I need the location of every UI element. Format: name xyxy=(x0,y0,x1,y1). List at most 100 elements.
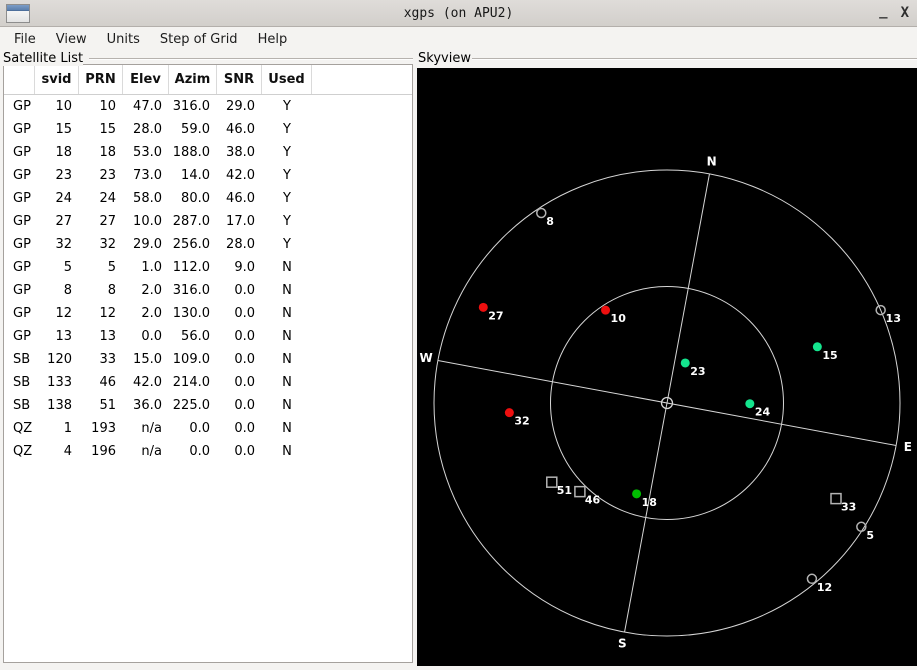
cell-Used: Y xyxy=(283,122,291,137)
satellite-row-GP-27[interactable]: GP 27 27 10.0 287.0 17.0 Y xyxy=(4,210,412,233)
cell-type: GP xyxy=(13,237,31,252)
cell-PRN: 18 xyxy=(99,145,116,160)
title-bar: xgps (on APU2) _ X xyxy=(0,0,917,27)
cell-Azim: 56.0 xyxy=(181,329,210,344)
satellite-row-GP-10[interactable]: GP 10 10 47.0 316.0 29.0 Y xyxy=(4,95,412,118)
cell-type: GP xyxy=(13,99,31,114)
satellite-row-GP-32[interactable]: GP 32 32 29.0 256.0 28.0 Y xyxy=(4,233,412,256)
cell-Elev: 42.0 xyxy=(133,375,162,390)
cell-Elev: 53.0 xyxy=(133,145,162,160)
cell-Elev: 29.0 xyxy=(133,237,162,252)
cell-SNR: 0.0 xyxy=(234,398,255,413)
satellite-marker-15 xyxy=(812,342,822,352)
cell-SNR: 0.0 xyxy=(234,352,255,367)
menu-item-units[interactable]: Units xyxy=(97,30,150,49)
satellite-row-GP-13[interactable]: GP 13 13 0.0 56.0 0.0 N xyxy=(4,325,412,348)
satellite-row-QZ-1[interactable]: QZ 1 193 n/a 0.0 0.0 N xyxy=(4,417,412,440)
cell-Elev: 15.0 xyxy=(133,352,162,367)
satellite-row-GP-18[interactable]: GP 18 18 53.0 188.0 38.0 Y xyxy=(4,141,412,164)
cell-type: GP xyxy=(13,145,31,160)
cell-PRN: 12 xyxy=(99,306,116,321)
skyview-panel: N E S W 10 15 18 23 24 27 32 5 8 12 13 33 46 51 xyxy=(417,68,917,666)
column-header-PRN[interactable]: PRN xyxy=(79,65,123,94)
satellite-table: svid PRN Elev Azim SNR Used GP 10 10 47.0 316.0 29… xyxy=(3,64,413,663)
skyview-plot: N E S W 10 15 18 23 24 27 32 5 8 12 13 33 46 51 xyxy=(419,155,912,651)
cell-PRN: 51 xyxy=(99,398,116,413)
satellite-row-SB-120[interactable]: SB 120 33 15.0 109.0 0.0 N xyxy=(4,348,412,371)
cell-Used: Y xyxy=(283,168,291,183)
cell-Elev: 2.0 xyxy=(141,306,162,321)
cell-Elev: 10.0 xyxy=(133,214,162,229)
cell-PRN: 32 xyxy=(99,237,116,252)
cell-Used: Y xyxy=(283,99,291,114)
satellite-row-GP-5[interactable]: GP 5 5 1.0 112.0 9.0 N xyxy=(4,256,412,279)
cell-PRN: 193 xyxy=(91,421,116,436)
satellite-table-header: svid PRN Elev Azim SNR Used xyxy=(4,65,412,95)
satellite-label-18: 18 xyxy=(642,496,657,509)
cell-SNR: 46.0 xyxy=(226,122,255,137)
cell-SNR: 28.0 xyxy=(226,237,255,252)
cell-svid: 4 xyxy=(63,444,72,459)
satellite-row-GP-23[interactable]: GP 23 23 73.0 14.0 42.0 Y xyxy=(4,164,412,187)
cell-SNR: 46.0 xyxy=(226,191,255,206)
satellite-row-GP-8[interactable]: GP 8 8 2.0 316.0 0.0 N xyxy=(4,279,412,302)
cell-Azim: 0.0 xyxy=(189,421,210,436)
satellite-marker-12 xyxy=(806,573,818,585)
cell-Azim: 109.0 xyxy=(172,352,210,367)
column-header-Used[interactable]: Used xyxy=(262,65,312,94)
satellite-marker-8 xyxy=(536,207,547,219)
satellite-row-QZ-4[interactable]: QZ 4 196 n/a 0.0 0.0 N xyxy=(4,440,412,463)
cell-SNR: 0.0 xyxy=(234,329,255,344)
column-header-svid[interactable]: svid xyxy=(35,65,79,94)
cell-Azim: 0.0 xyxy=(189,444,210,459)
cell-PRN: 15 xyxy=(99,122,116,137)
cell-PRN: 23 xyxy=(99,168,116,183)
cell-SNR: 0.0 xyxy=(234,375,255,390)
satellite-marker-51 xyxy=(546,476,558,488)
cell-Used: Y xyxy=(283,145,291,160)
column-header-Elev[interactable]: Elev xyxy=(123,65,169,94)
column-header-SNR[interactable]: SNR xyxy=(217,65,262,94)
satellite-row-GP-12[interactable]: GP 12 12 2.0 130.0 0.0 N xyxy=(4,302,412,325)
menu-item-view[interactable]: View xyxy=(46,30,97,49)
satellite-label-32: 32 xyxy=(514,415,529,428)
cell-Azim: 112.0 xyxy=(172,260,210,275)
cell-type: SB xyxy=(13,352,31,367)
cell-Used: N xyxy=(282,306,292,321)
cell-Azim: 316.0 xyxy=(172,99,210,114)
cell-Elev: n/a xyxy=(141,444,162,459)
cell-Used: N xyxy=(282,398,292,413)
menu-item-file[interactable]: File xyxy=(4,30,46,49)
cell-Used: Y xyxy=(283,237,291,252)
column-header-type[interactable] xyxy=(4,65,35,94)
minimize-button[interactable]: _ xyxy=(877,0,889,25)
satellite-row-GP-15[interactable]: GP 15 15 28.0 59.0 46.0 Y xyxy=(4,118,412,141)
cell-Elev: 73.0 xyxy=(133,168,162,183)
cell-Used: Y xyxy=(283,214,291,229)
cell-SNR: 29.0 xyxy=(226,99,255,114)
cell-Used: N xyxy=(282,444,292,459)
satellite-label-27: 27 xyxy=(488,309,503,322)
satellite-label-46: 46 xyxy=(585,494,601,507)
menu-item-step-of-grid[interactable]: Step of Grid xyxy=(150,30,248,49)
cell-PRN: 46 xyxy=(99,375,116,390)
satellite-row-SB-133[interactable]: SB 133 46 42.0 214.0 0.0 N xyxy=(4,371,412,394)
cell-type: GP xyxy=(13,122,31,137)
menu-item-help[interactable]: Help xyxy=(248,30,298,49)
cell-Azim: 214.0 xyxy=(172,375,210,390)
cell-SNR: 0.0 xyxy=(234,306,255,321)
skyview-frame-border xyxy=(472,58,917,60)
close-button[interactable]: X xyxy=(899,0,911,27)
cell-PRN: 24 xyxy=(99,191,116,206)
satellite-row-SB-138[interactable]: SB 138 51 36.0 225.0 0.0 N xyxy=(4,394,412,417)
compass-label-south: S xyxy=(618,636,627,650)
cell-Elev: 1.0 xyxy=(141,260,162,275)
cell-Used: N xyxy=(282,283,292,298)
skyview-frame-label: Skyview xyxy=(418,51,471,66)
column-header-Azim[interactable]: Azim xyxy=(169,65,217,94)
satellite-marker-23 xyxy=(680,358,690,368)
cell-type: QZ xyxy=(13,421,33,436)
satellite-label-23: 23 xyxy=(690,365,705,378)
satellite-row-GP-24[interactable]: GP 24 24 58.0 80.0 46.0 Y xyxy=(4,187,412,210)
cell-SNR: 38.0 xyxy=(226,145,255,160)
